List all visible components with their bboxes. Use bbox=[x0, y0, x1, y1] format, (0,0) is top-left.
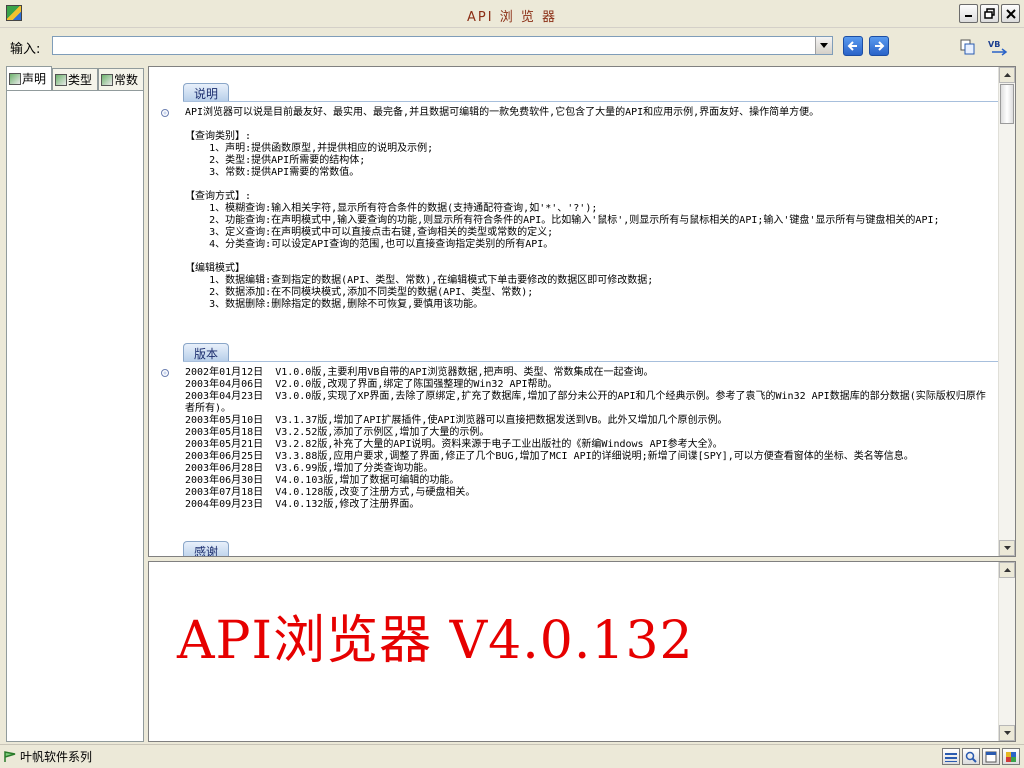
scroll-down-button[interactable] bbox=[999, 540, 1015, 556]
chevron-up-icon bbox=[1003, 73, 1011, 77]
api-list[interactable] bbox=[6, 90, 144, 742]
arrow-left-icon bbox=[847, 41, 857, 51]
shuoming-text: API浏览器可以说是目前最友好、最实用、最完备,并且数据可编辑的一款免费软件,它… bbox=[185, 107, 940, 310]
input-label: 输入: bbox=[10, 42, 41, 57]
example-scrollbar[interactable] bbox=[998, 562, 1015, 741]
vb-export-icon: VB bbox=[988, 40, 1008, 56]
section-title: 版本 bbox=[183, 343, 230, 361]
description-content: 说明 API浏览器可以说是目前最友好、最实用、最完备,并且数据可编辑的一款免费软… bbox=[149, 67, 998, 556]
minimize-icon bbox=[965, 15, 972, 17]
window-button[interactable] bbox=[982, 748, 1000, 765]
status-bar: 叶帆软件系列 bbox=[0, 744, 1024, 768]
banben-text: 2002年01月12日 V1.0.0版,主要利用VB自带的API浏览器数据,把声… bbox=[185, 367, 986, 510]
copy-icon bbox=[960, 39, 975, 55]
section-header-shuoming[interactable]: 说明 bbox=[183, 83, 230, 101]
section-title: 感谢 bbox=[183, 541, 230, 556]
back-button[interactable] bbox=[843, 36, 863, 56]
chevron-down-icon bbox=[1003, 731, 1011, 735]
example-pane: API浏览器 V4.0.132 bbox=[148, 561, 1016, 742]
puzzle-icon bbox=[1006, 751, 1016, 762]
description-scrollbar[interactable] bbox=[998, 67, 1015, 556]
copy-button[interactable] bbox=[958, 38, 978, 56]
close-icon bbox=[1005, 8, 1016, 19]
scroll-up-button[interactable] bbox=[999, 562, 1015, 578]
scroll-up-button[interactable] bbox=[999, 67, 1015, 83]
section-bullet-icon bbox=[161, 109, 169, 117]
forward-button[interactable] bbox=[869, 36, 889, 56]
section-header-ganxie[interactable]: 感谢 bbox=[183, 541, 230, 556]
chevron-down-icon bbox=[820, 43, 828, 48]
status-text: 叶帆软件系列 bbox=[4, 748, 92, 765]
type-icon bbox=[55, 73, 67, 86]
minimize-button[interactable] bbox=[959, 4, 978, 23]
arrow-right-icon bbox=[875, 41, 885, 51]
restore-icon bbox=[984, 8, 995, 19]
combo-dropdown-button[interactable] bbox=[815, 37, 832, 54]
toolbar: 输入: VB bbox=[0, 28, 1024, 64]
section-bullet-icon bbox=[161, 369, 169, 377]
vb-export-button[interactable]: VB bbox=[988, 38, 1008, 56]
const-icon bbox=[101, 73, 113, 86]
scroll-down-button[interactable] bbox=[999, 725, 1015, 741]
chevron-up-icon bbox=[1003, 568, 1011, 572]
declare-icon bbox=[9, 72, 21, 85]
chevron-down-icon bbox=[1003, 546, 1011, 550]
tab-type[interactable]: 类型 bbox=[52, 68, 98, 90]
search-combobox[interactable] bbox=[52, 36, 833, 55]
section-title: 说明 bbox=[183, 83, 230, 101]
section-divider bbox=[183, 101, 998, 102]
tab-declare[interactable]: 声明 bbox=[6, 66, 52, 90]
scroll-thumb[interactable] bbox=[1000, 84, 1014, 124]
product-title: API浏览器 V4.0.132 bbox=[177, 611, 694, 671]
left-panel: 声明 类型 常数 bbox=[6, 66, 144, 742]
window-title: API 浏 览 器 bbox=[467, 10, 557, 25]
example-content[interactable]: API浏览器 V4.0.132 bbox=[149, 562, 998, 741]
settings-button[interactable] bbox=[1002, 748, 1020, 765]
search-button[interactable] bbox=[962, 748, 980, 765]
flag-icon bbox=[4, 750, 16, 762]
restore-button[interactable] bbox=[980, 4, 999, 23]
status-icons bbox=[942, 748, 1020, 765]
list-view-button[interactable] bbox=[942, 748, 960, 765]
section-divider bbox=[183, 361, 998, 362]
window-icon bbox=[985, 751, 997, 762]
search-icon bbox=[965, 751, 977, 763]
tab-const[interactable]: 常数 bbox=[98, 68, 144, 90]
svg-text:VB: VB bbox=[988, 40, 1000, 49]
window-controls bbox=[959, 4, 1020, 23]
tab-strip: 声明 类型 常数 bbox=[6, 66, 144, 90]
description-pane: 说明 API浏览器可以说是目前最友好、最实用、最完备,并且数据可编辑的一款免费软… bbox=[148, 66, 1016, 557]
close-button[interactable] bbox=[1001, 4, 1020, 23]
list-icon bbox=[945, 752, 957, 762]
title-bar: API 浏 览 器 bbox=[0, 0, 1024, 28]
section-header-banben[interactable]: 版本 bbox=[183, 343, 230, 361]
